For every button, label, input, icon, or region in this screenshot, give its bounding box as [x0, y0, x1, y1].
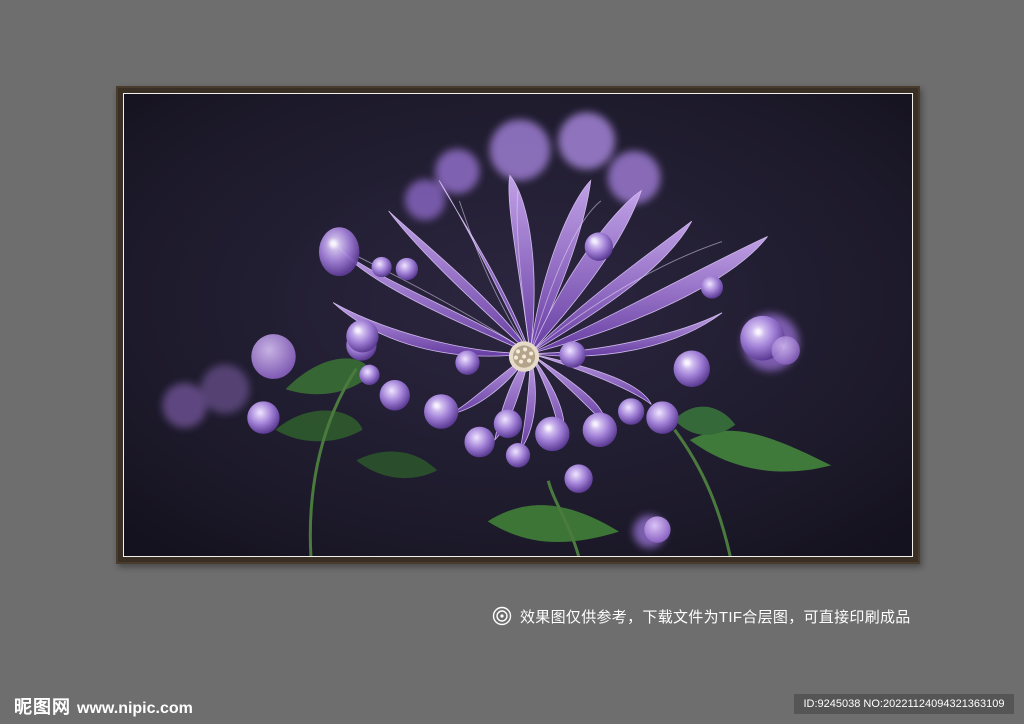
site-watermark: 昵图网 www.nipic.com — [14, 693, 193, 719]
image-id-bar: ID:9245038 NO:20221124094321363109 — [794, 694, 1014, 714]
picture-frame — [116, 86, 920, 564]
stage: 效果图仅供参考，下载文件为TIF合层图，可直接印刷成品 昵图网 www.nipi… — [0, 0, 1024, 724]
artwork-purple-flower — [124, 94, 912, 556]
disclaimer-caption: 效果图仅供参考，下载文件为TIF合层图，可直接印刷成品 — [492, 605, 911, 627]
watermark-url: www.nipic.com — [77, 700, 193, 717]
flower-illustration — [124, 94, 912, 556]
watermark-brand: 昵图网 — [14, 697, 71, 717]
caption-text: 效果图仅供参考，下载文件为TIF合层图，可直接印刷成品 — [520, 608, 911, 626]
target-ring-icon — [492, 606, 512, 626]
flower-center — [508, 341, 540, 372]
